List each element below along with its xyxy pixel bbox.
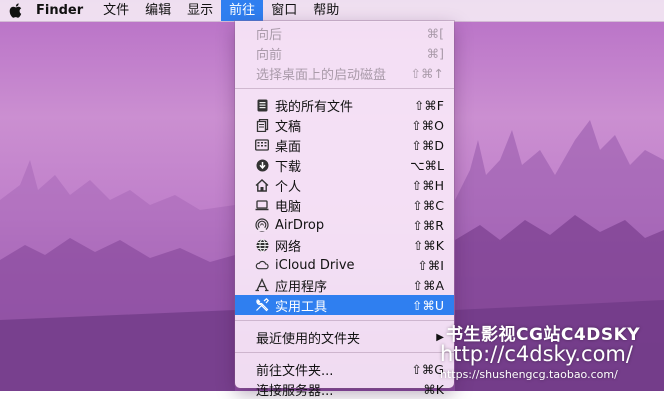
menu-item-shortcut: ⌘K (423, 381, 444, 397)
menu-item-select-startup-disk: 选择桌面上的启动磁盘 ⇧⌘↑ (235, 63, 454, 83)
computer-icon (255, 198, 269, 212)
all-files-icon (255, 98, 269, 112)
menu-item-shortcut: ⇧⌘C (412, 197, 444, 213)
menu-item-shortcut: ⇧⌘O (411, 117, 444, 133)
menu-item-icloud-drive[interactable]: iCloud Drive ⇧⌘I (235, 255, 454, 275)
menu-item-back: 向后 ⌘[ (235, 23, 454, 43)
menu-item-computer[interactable]: 电脑 ⇧⌘C (235, 195, 454, 215)
menubar-edit[interactable]: 编辑 (137, 0, 179, 21)
go-menu-dropdown: 向后 ⌘[ 向前 ⌘] 选择桌面上的启动磁盘 ⇧⌘↑ 我的所有文件 ⇧⌘F 文稿… (235, 21, 454, 399)
menu-item-shortcut: ⇧⌘D (411, 137, 444, 153)
menu-item-shortcut: ⇧⌘I (417, 257, 444, 273)
menu-item-shortcut: ⇧⌘F (413, 97, 444, 113)
network-icon (255, 238, 269, 252)
menu-item-utilities[interactable]: 实用工具 ⇧⌘U (235, 295, 454, 315)
menu-item-home[interactable]: 个人 ⇧⌘H (235, 175, 454, 195)
downloads-icon (255, 158, 269, 172)
menu-item-label: 我的所有文件 (275, 99, 354, 115)
menu-item-shortcut: ⌘] (426, 45, 444, 61)
menu-item-all-my-files[interactable]: 我的所有文件 ⇧⌘F (235, 95, 454, 115)
documents-icon (255, 118, 269, 132)
applications-icon (255, 278, 269, 292)
menu-item-airdrop[interactable]: AirDrop ⇧⌘R (235, 215, 454, 235)
menu-item-label: 文稿 (275, 119, 302, 135)
menubar-app-finder[interactable]: Finder (30, 0, 95, 21)
menu-item-label: 向后 (256, 27, 283, 43)
menu-item-desktop[interactable]: 桌面 ⇧⌘D (235, 135, 454, 155)
menu-item-shortcut: ⇧⌘K (412, 237, 444, 253)
menu-item-label: 网络 (275, 239, 302, 255)
menubar-help[interactable]: 帮助 (305, 0, 347, 21)
watermark-url: http://c4dsky.com/ (440, 342, 633, 366)
menu-item-shortcut: ⇧⌘U (411, 297, 444, 313)
menu-item-shortcut: ⌘[ (426, 25, 444, 41)
utilities-icon (255, 298, 269, 312)
apple-menu-icon[interactable] (0, 0, 30, 21)
menu-item-documents[interactable]: 文稿 ⇧⌘O (235, 115, 454, 135)
menu-item-label: 选择桌面上的启动磁盘 (256, 67, 387, 83)
menu-item-forward: 向前 ⌘] (235, 43, 454, 63)
menu-item-label: 向前 (256, 47, 283, 63)
submenu-arrow-icon: ▶ (436, 331, 444, 343)
menu-separator (235, 352, 454, 353)
menu-item-network[interactable]: 网络 ⇧⌘K (235, 235, 454, 255)
menu-item-shortcut: ⇧⌘↑ (410, 65, 444, 81)
menubar-file[interactable]: 文件 (95, 0, 137, 21)
menu-item-label: 桌面 (275, 139, 302, 155)
desktop-icon (255, 138, 269, 152)
menu-item-label: 下载 (275, 159, 302, 175)
airdrop-icon (255, 218, 269, 232)
menu-bar: Finder 文件 编辑 显示 前往 窗口 帮助 (0, 0, 664, 22)
menu-separator (235, 88, 454, 89)
menu-item-label: 应用程序 (275, 279, 328, 295)
menu-separator (235, 320, 454, 321)
menu-item-connect-to-server[interactable]: 连接服务器... ⌘K (235, 379, 454, 399)
menu-item-label: 实用工具 (275, 299, 328, 315)
menu-item-downloads[interactable]: 下载 ⌥⌘L (235, 155, 454, 175)
menu-item-recent-folders[interactable]: 最近使用的文件夹 ▶ (235, 327, 454, 347)
menu-item-shortcut: ⌥⌘L (410, 157, 444, 173)
home-icon (255, 178, 269, 192)
menu-item-label: iCloud Drive (275, 257, 355, 273)
menu-item-shortcut: ⇧⌘A (412, 277, 444, 293)
menu-item-shortcut: ⇧⌘R (412, 217, 444, 233)
menubar-go[interactable]: 前往 (221, 0, 264, 21)
menu-item-shortcut: ⇧⌘H (411, 177, 444, 193)
menu-item-label: 个人 (275, 179, 302, 195)
menu-item-label: 连接服务器... (256, 383, 334, 399)
menubar-window[interactable]: 窗口 (263, 0, 305, 21)
menu-item-label: AirDrop (275, 217, 325, 233)
menu-item-label: 前往文件夹... (256, 363, 334, 379)
menu-item-applications[interactable]: 应用程序 ⇧⌘A (235, 275, 454, 295)
menu-item-label: 最近使用的文件夹 (256, 331, 361, 347)
menu-item-label: 电脑 (275, 199, 302, 215)
menubar-view[interactable]: 显示 (179, 0, 221, 21)
watermark-shop-url: https://shushengcg.taobao.com/ (440, 368, 618, 381)
icloud-icon (255, 258, 269, 272)
menu-item-go-to-folder[interactable]: 前往文件夹... ⇧⌘G (235, 359, 454, 379)
